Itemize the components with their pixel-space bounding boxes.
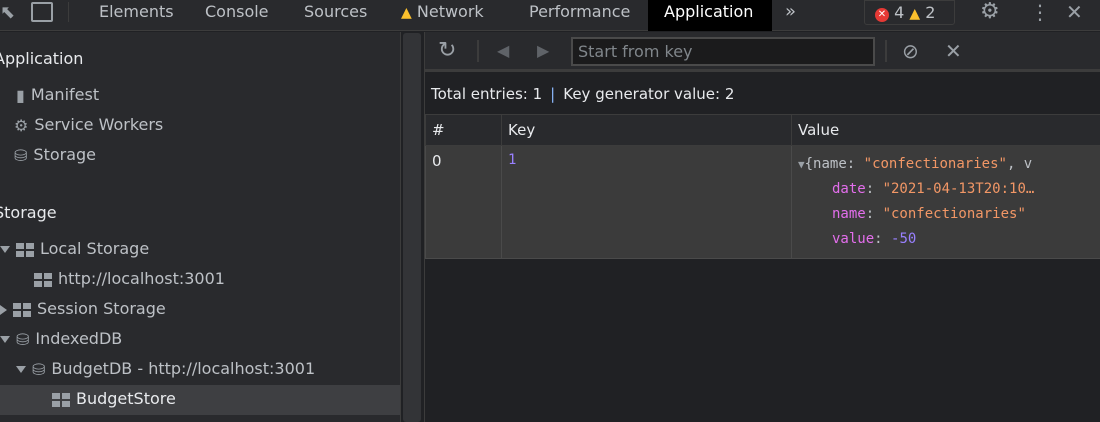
label: BudgetStore	[76, 389, 176, 408]
column-index[interactable]: #	[425, 114, 502, 146]
row-value[interactable]: ▼{name: "confectionaries", v date: "2021…	[791, 145, 1100, 259]
section-application: Application	[0, 49, 84, 68]
preview-open: {name:	[804, 156, 864, 172]
prop-key: value	[832, 231, 875, 247]
table-icon	[52, 392, 70, 407]
divider	[885, 40, 887, 62]
sidebar-item-manifest[interactable]: ▮ Manifest	[16, 81, 99, 111]
preview-rest: , v	[1006, 156, 1033, 172]
label: http://localhost:3001	[58, 269, 225, 288]
tab-network-label: Network	[416, 2, 484, 21]
database-icon: ⛁	[14, 145, 28, 165]
issues-badge[interactable]: ✕ 4 ▲ 2	[864, 0, 955, 25]
warning-icon: ▲	[401, 5, 412, 21]
devtools-tabbar: ⬉ Elements Console Sources ▲ Network Per…	[0, 0, 1100, 31]
store-toolbar: ↻ ◀ ▶ Start from key ⊘ ✕	[425, 32, 1100, 72]
sidebar-item-budgetdb[interactable]: ⛁ BudgetDB - http://localhost:3001	[16, 355, 315, 385]
row-key: 1	[501, 145, 792, 259]
table-icon	[13, 302, 31, 317]
previous-page-icon[interactable]: ◀	[497, 32, 509, 70]
warning-icon: ▲	[909, 6, 921, 22]
gear-icon: ⚙	[14, 115, 29, 135]
prop-key: name	[832, 206, 866, 222]
object-preview[interactable]: ▼{name: "confectionaries", v	[798, 152, 1094, 177]
next-page-icon[interactable]: ▶	[537, 32, 549, 70]
more-tabs-icon[interactable]: »	[785, 0, 796, 31]
collapse-arrow-icon[interactable]	[0, 304, 7, 315]
divider: |	[550, 85, 556, 103]
sidebar-item-local-storage[interactable]: Local Storage	[0, 235, 149, 265]
column-key[interactable]: Key	[501, 114, 792, 146]
property-date: date: "2021-04-13T20:10…	[832, 181, 1035, 197]
error-icon: ✕	[875, 8, 889, 22]
scrollbar-thumb[interactable]	[403, 33, 421, 422]
close-devtools-icon[interactable]: ✕	[1066, 0, 1083, 31]
table-header: # Key Value	[425, 114, 1100, 146]
clear-store-icon[interactable]: ⊘	[902, 32, 919, 70]
key-generator-value: Key generator value: 2	[563, 85, 735, 103]
divider	[477, 40, 479, 62]
file-icon: ▮	[16, 85, 25, 105]
label: Manifest	[30, 85, 100, 104]
expand-arrow-icon[interactable]	[0, 246, 10, 253]
sidebar-item-service-workers[interactable]: ⚙ Service Workers	[14, 111, 163, 141]
sidebar-item-budgetstore[interactable]: BudgetStore	[0, 385, 400, 415]
prop-value: "2021-04-13T20:10…	[882, 181, 1035, 197]
table-icon	[34, 272, 52, 287]
label: Local Storage	[40, 239, 150, 258]
tab-application[interactable]: Application	[648, 0, 772, 31]
label: IndexedDB	[35, 329, 123, 348]
inspect-element-icon[interactable]: ⬉	[0, 0, 15, 32]
delete-selected-icon[interactable]: ✕	[945, 32, 962, 70]
refresh-icon[interactable]: ↻	[438, 32, 456, 70]
tab-console[interactable]: Console	[205, 0, 269, 31]
sidebar-item-session-storage[interactable]: Session Storage	[0, 295, 166, 325]
sidebar-scrollbar[interactable]	[400, 32, 422, 422]
tab-elements[interactable]: Elements	[99, 0, 174, 31]
table-icon	[16, 242, 34, 257]
more-options-icon[interactable]: ⋮	[1030, 0, 1050, 31]
sidebar-item-indexeddb[interactable]: ⛁ IndexedDB	[0, 325, 122, 355]
prop-value: -50	[891, 231, 917, 247]
tab-network[interactable]: ▲ Network	[401, 0, 484, 31]
indexeddb-store-view: ↻ ◀ ▶ Start from key ⊘ ✕ Total entries: …	[424, 32, 1100, 422]
error-count: 4	[894, 3, 905, 22]
sidebar-item-local-origin[interactable]: http://localhost:3001	[34, 265, 225, 295]
expand-arrow-icon[interactable]	[0, 336, 10, 343]
database-icon: ⛁	[16, 329, 30, 349]
collapse-arrow-icon[interactable]: ▼	[798, 158, 805, 171]
divider	[68, 2, 69, 22]
label: Storage	[33, 145, 97, 164]
application-sidebar: Application ▮ Manifest ⚙ Service Workers ⛁…	[0, 32, 400, 422]
column-value[interactable]: Value	[791, 114, 1100, 146]
store-summary: Total entries: 1 | Key generator value: 2	[425, 72, 1100, 114]
label: BudgetDB - http://localhost:3001	[51, 359, 316, 378]
settings-gear-icon[interactable]: ⚙	[980, 0, 1000, 31]
total-entries: Total entries: 1	[431, 85, 543, 103]
expand-arrow-icon[interactable]	[16, 366, 26, 373]
label: Service Workers	[34, 115, 164, 134]
tab-sources[interactable]: Sources	[304, 0, 367, 31]
device-toolbar-icon[interactable]	[31, 2, 53, 22]
warning-count: 2	[925, 3, 936, 22]
prop-key: date	[832, 181, 866, 197]
property-value: value: -50	[832, 231, 917, 247]
table-row[interactable]: 0 1 ▼{name: "confectionaries", v date: "…	[425, 145, 1100, 259]
entries-table: # Key Value 0 1 ▼{name: "confectionaries…	[425, 114, 1100, 259]
section-storage: Storage	[0, 203, 57, 222]
database-icon: ⛁	[32, 359, 46, 379]
preview-name: "confectionaries"	[863, 156, 1007, 172]
row-index: 0	[425, 145, 502, 259]
tab-performance[interactable]: Performance	[529, 0, 630, 31]
property-name: name: "confectionaries"	[832, 206, 1026, 222]
label: Session Storage	[37, 299, 166, 318]
prop-value: "confectionaries"	[882, 206, 1026, 222]
start-from-key-input[interactable]: Start from key	[571, 37, 875, 66]
sidebar-item-storage[interactable]: ⛁ Storage	[14, 141, 96, 171]
